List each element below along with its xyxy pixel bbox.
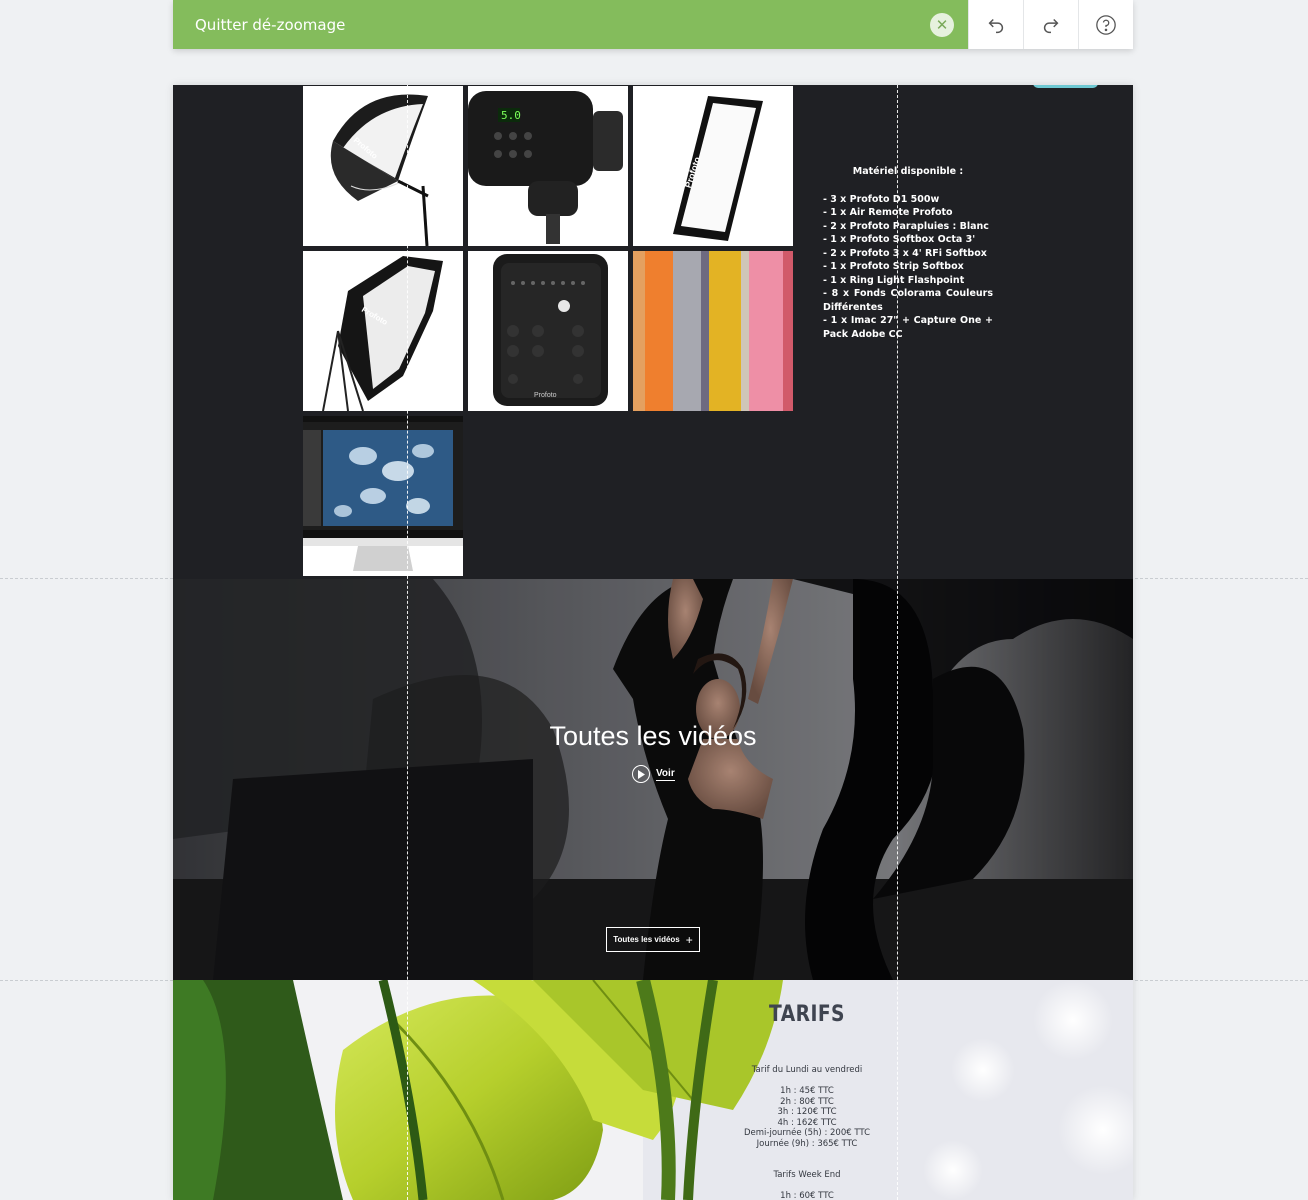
rate-row: Demi-journée (5h) : 200€ TTC: [743, 1128, 871, 1138]
redo-icon: [1043, 18, 1059, 33]
rate-row: 4h : 162€ TTC: [777, 1117, 837, 1128]
equipment-list: - 3 x Profoto D1 500w - 1 x Air Remote P…: [823, 193, 993, 342]
equipment-section: Profoto 5.0 Profoto Profoto Profoto Maté…: [173, 85, 1133, 579]
videos-title: Toutes les vidéos: [549, 721, 757, 751]
plus-icon: +: [685, 932, 693, 947]
equipment-text: Matériel disponible : - 3 x Profoto D1 5…: [823, 165, 993, 341]
tarifs-title: TARIFS: [769, 1002, 845, 1027]
gallery-item-octa-softbox[interactable]: Profoto: [303, 251, 463, 411]
svg-text:Profoto: Profoto: [534, 392, 557, 399]
tarifs-body: Tarif du Lundi au vendredi 1h : 45€ TTC …: [707, 1065, 907, 1200]
rate-row: 1h : 60€ TTC: [780, 1191, 834, 1200]
weekend-heading: Tarifs Week End: [773, 1170, 841, 1180]
zoom-exit-bar[interactable]: Quitter dé-zoomage ✕: [173, 0, 968, 49]
redo-button[interactable]: [1023, 0, 1078, 49]
gallery-item-air-remote[interactable]: Profoto: [468, 251, 628, 411]
weekday-heading: Tarif du Lundi au vendredi: [751, 1065, 863, 1075]
watch-link[interactable]: Voir: [632, 765, 675, 783]
list-item: - 2 x Profoto Parapluies : Blanc: [823, 220, 989, 232]
tarifs-section: TARIFS Tarif du Lundi au vendredi 1h : 4…: [173, 980, 1133, 1200]
svg-text:5.0: 5.0: [501, 109, 521, 122]
list-item: - 2 x Profoto 3 x 4' RFi Softbox: [823, 247, 987, 259]
all-videos-button[interactable]: Toutes les vidéos +: [606, 927, 700, 952]
list-item: - 1 x Profoto Strip Softbox: [823, 261, 964, 272]
help-button[interactable]: [1078, 0, 1133, 49]
list-item: - 3 x Profoto D1 500w: [823, 193, 940, 205]
help-icon: [1096, 14, 1116, 35]
list-item: - 1 x Air Remote Profoto: [823, 207, 953, 218]
gallery-item-umbrella[interactable]: Profoto: [303, 86, 463, 246]
close-icon[interactable]: ✕: [930, 13, 954, 37]
rate-row: Journée (9h) : 365€ TTC: [756, 1138, 858, 1149]
tarifs-background-image: [173, 980, 1133, 1200]
layout-guide-left: [407, 85, 408, 1200]
undo-button[interactable]: [968, 0, 1023, 49]
layout-guide-right: [897, 85, 898, 1200]
watch-label: Voir: [656, 767, 675, 781]
videos-section: Toutes les vidéos Voir Toutes les vidéos…: [173, 579, 1133, 980]
page-canvas: Profoto 5.0 Profoto Profoto Profoto Maté…: [173, 85, 1133, 1200]
editor-toolbar: Quitter dé-zoomage ✕: [173, 0, 1133, 49]
gallery-item-colorama[interactable]: [633, 251, 793, 411]
all-videos-label: Toutes les vidéos: [613, 935, 680, 944]
gallery-item-flash-head[interactable]: 5.0: [468, 86, 628, 246]
gallery-item-rect-softbox[interactable]: Profoto: [633, 86, 793, 246]
undo-icon: [988, 18, 1004, 33]
zoom-exit-label: Quitter dé-zoomage: [195, 15, 346, 34]
list-item: - 1 x Ring Light Flashpoint: [823, 274, 965, 286]
list-item: - 1 x Profoto Softbox Octa 3': [823, 234, 976, 245]
gallery-item-imac[interactable]: [303, 416, 463, 576]
rate-row: 2h : 80€ TTC: [780, 1096, 834, 1107]
list-item: - 8 x Fonds Colorama Couleurs Différente…: [823, 288, 993, 313]
section-handle[interactable]: [1033, 85, 1098, 88]
equipment-title: Matériel disponible :: [852, 166, 964, 177]
rate-row: 1h : 45€ TTC: [780, 1086, 834, 1096]
list-item: - 1 x Imac 27" + Capture One + Pack Adob…: [823, 315, 993, 340]
rate-row: 3h : 120€ TTC: [777, 1107, 837, 1117]
play-icon: [632, 765, 650, 783]
